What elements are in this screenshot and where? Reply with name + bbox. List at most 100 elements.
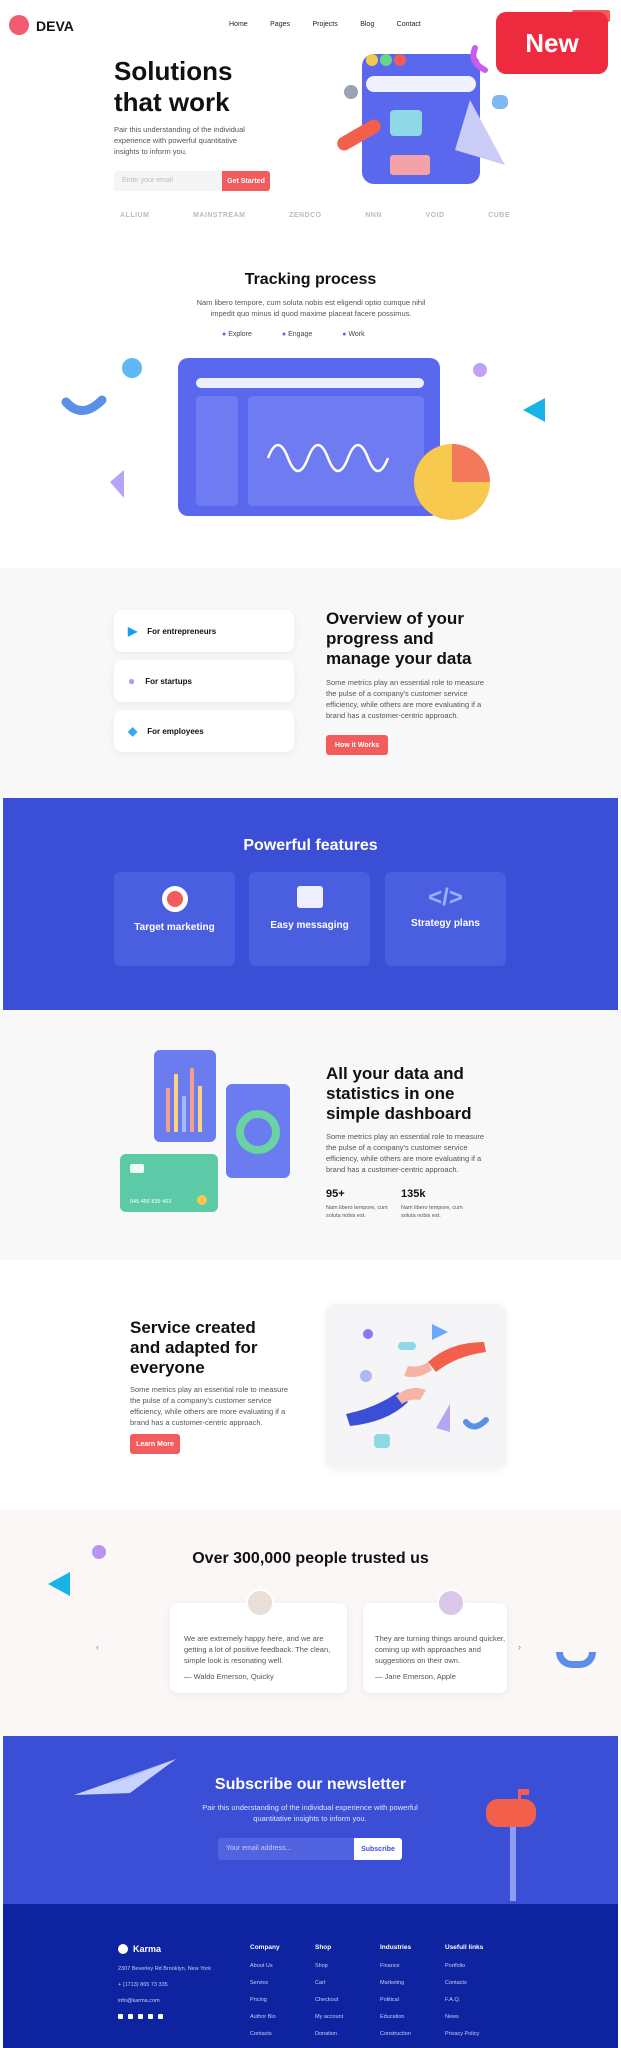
footer-link[interactable]: Privacy Policy [445, 2031, 483, 2037]
facebook-icon[interactable] [158, 2014, 163, 2019]
partner-logo: NNN [365, 212, 382, 219]
footer-link[interactable]: Donation [315, 2031, 343, 2037]
how-it-works-button[interactable]: How it Works [326, 735, 388, 755]
footer-link[interactable]: Shop [315, 1963, 343, 1969]
testimonial-quote: We are extremely happy here, and we are … [184, 1634, 331, 1665]
footer-col-usefull-links: Usefull links Portfolio Contacts F.A.Q. New… [445, 1944, 484, 2037]
footer-link[interactable]: Checkout [315, 1997, 343, 2003]
service-illustration-card [326, 1304, 506, 1468]
footer-link[interactable]: Finance [380, 1963, 411, 1969]
avatar [246, 1589, 274, 1617]
tracking-tabs: ● Explore ● Engage ● Work [222, 331, 365, 338]
footer-link[interactable]: My account [315, 2014, 343, 2020]
carousel-next-icon[interactable]: › [518, 1642, 521, 1652]
tab-engage[interactable]: ● Engage [282, 331, 312, 338]
dashboard-title: All your data and statistics in one simple… [326, 1064, 472, 1123]
footer-phone: + (1713) 865 73 335 [118, 1982, 168, 1988]
footer-link[interactable]: Contacts [250, 2031, 280, 2037]
instagram-icon[interactable] [128, 2014, 133, 2019]
feature-card-messaging[interactable]: Easy messaging [249, 872, 370, 966]
footer-address: 2307 Beverley Rd Brooklyn, New York [118, 1966, 211, 1972]
newsletter-email-input[interactable]: Your email address... [218, 1838, 354, 1860]
footer-link[interactable]: Contacts [445, 1980, 483, 1986]
stat-value: 95+ [326, 1188, 345, 1200]
hero-email-input[interactable]: Enter your email [114, 171, 222, 191]
feature-card-target[interactable]: Target marketing [114, 872, 235, 966]
brand-name: DEVA [36, 18, 74, 34]
overview-item-entrepreneurs[interactable]: ▶ For entrepreneurs [114, 610, 294, 652]
hero-title-line2: that work [114, 87, 230, 117]
dashboard-section [0, 1010, 621, 1260]
partner-logo: ZENDCO [289, 212, 322, 219]
footer-link[interactable]: Portfolio [445, 1963, 483, 1969]
footer-brand: Karma [133, 1944, 162, 1954]
nav-home[interactable]: Home [229, 21, 248, 28]
overview-title: Overview of your progress and manage your … [326, 609, 472, 668]
tab-work[interactable]: ● Work [342, 331, 364, 338]
footer-link[interactable]: Pricing [250, 1997, 280, 2003]
get-started-button[interactable]: Get Started [222, 171, 270, 191]
footer-col-industries: Industries Finance Marketing Political Educ… [380, 1944, 412, 2037]
footer-link[interactable]: Marketing [380, 1980, 411, 1986]
footer-col-shop: Shop Shop Cart Checkout My account Donation [315, 1944, 344, 2037]
mailbox-icon [486, 1789, 536, 1901]
overview-item-employees[interactable]: ◆ For employees [114, 710, 294, 752]
footer-link[interactable]: Education [380, 2014, 411, 2020]
logo-icon [9, 15, 29, 35]
stat-value: 135k [401, 1188, 426, 1200]
partner-logo: ALLIUM [120, 212, 150, 219]
feature-card-strategy[interactable]: </> Strategy plans [385, 872, 506, 966]
sphere-icon: ● [128, 674, 136, 688]
footer-link[interactable]: About Us [250, 1963, 280, 1969]
footer-link[interactable]: Service [250, 1980, 280, 1986]
check-icon: ● [222, 331, 227, 338]
stat-text: Nam libero tempore, cum soluta nobis est… [401, 1205, 463, 1219]
service-text: Some metrics play an essential role to m… [130, 1385, 288, 1427]
svg-text:045 456 839 403: 045 456 839 403 [130, 1199, 171, 1205]
nav-projects[interactable]: Projects [312, 21, 337, 28]
tab-explore[interactable]: ● Explore [222, 331, 252, 338]
main-nav: Home Pages Projects Blog Contact [220, 13, 430, 31]
code-icon: </> [428, 884, 463, 911]
footer-link[interactable]: News [445, 2014, 483, 2020]
partner-logo: CUBE [488, 212, 510, 219]
karma-logo-icon [118, 1944, 128, 1954]
footer-link[interactable]: Cart [315, 1980, 343, 1986]
nav-blog[interactable]: Blog [360, 21, 374, 28]
hero-title-line1: Solutions [114, 56, 233, 86]
footer-link[interactable]: F.A.Q. [445, 1997, 483, 2003]
subscribe-button[interactable]: Subscribe [354, 1838, 402, 1860]
footer-link[interactable]: Construction [380, 2031, 411, 2037]
learn-more-button[interactable]: Learn More [130, 1434, 180, 1454]
nav-contact[interactable]: Contact [397, 21, 421, 28]
linkedin-icon[interactable] [138, 2014, 143, 2019]
hero-illustration [337, 45, 508, 184]
footer-link[interactable]: Political [380, 1997, 411, 2003]
features-title: Powerful features [243, 837, 378, 854]
dashboard-illustration: 045 456 839 403 [120, 1050, 290, 1212]
carousel-prev-icon[interactable]: ‹ [96, 1642, 99, 1652]
stat-text: Nam libero tempore, cum soluta nobis est… [326, 1205, 388, 1219]
cube-icon: ◆ [128, 724, 138, 738]
envelope-icon [296, 886, 323, 908]
partner-logo: VOID [425, 212, 445, 219]
footer-email: info@karma.com [118, 1998, 160, 2004]
sphere-icon [92, 1545, 106, 1559]
avatar [437, 1589, 465, 1617]
overview-item-startups[interactable]: ● For startups [114, 660, 294, 702]
partner-logos: ALLIUM MAINSTREAM ZENDCO NNN VOID CUBE [120, 212, 510, 219]
nav-pages[interactable]: Pages [270, 21, 290, 28]
youtube-icon[interactable] [148, 2014, 153, 2019]
footer-col-company: Company About Us Service Pricing Author Bio… [250, 1944, 280, 2037]
tracking-title: Tracking process [244, 271, 377, 288]
testimonial-card: They are turning things around quicker, … [363, 1603, 507, 1693]
overview-section [0, 568, 621, 798]
footer-link[interactable]: Author Bio [250, 2014, 280, 2020]
target-icon [161, 886, 188, 912]
social-icons [118, 2014, 163, 2019]
check-icon: ● [281, 331, 287, 338]
twitter-icon[interactable] [118, 2014, 123, 2019]
play-icon: ▶ [128, 624, 138, 638]
testimonial-quote: They are turning things around quicker, … [375, 1634, 506, 1665]
handshake-illustration [346, 1324, 489, 1448]
